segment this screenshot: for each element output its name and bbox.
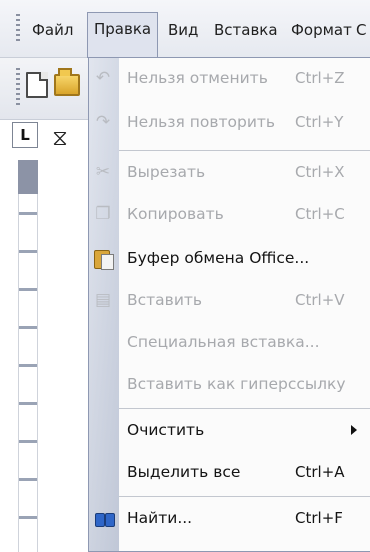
clipboard-icon (92, 247, 114, 270)
menu-item-label: Вырезать (127, 163, 206, 181)
menu-format[interactable]: Формат (287, 14, 356, 46)
menu-item-select-all[interactable]: Выделить все Ctrl+A (89, 452, 370, 492)
vertical-ruler (18, 194, 38, 552)
menu-item-label: Нельзя отменить (127, 69, 268, 87)
paste-icon: ▤ (94, 290, 112, 310)
menu-insert[interactable]: Вставка (210, 14, 282, 46)
first-line-indent-icon[interactable]: ⧖ (48, 120, 72, 158)
menu-item-clear[interactable]: Очистить (89, 410, 370, 450)
menu-view[interactable]: Вид (164, 14, 202, 46)
menu-item-office-clipboard[interactable]: Буфер обмена Office... (89, 238, 370, 278)
standard-toolbar (0, 58, 92, 120)
menu-separator (119, 408, 370, 409)
edit-menu-dropdown: ↶ Нельзя отменить Ctrl+Z ↷ Нельзя повтор… (88, 57, 370, 552)
redo-icon: ↷ (95, 112, 111, 132)
new-document-icon[interactable] (26, 72, 48, 98)
menu-file[interactable]: Файл (28, 14, 77, 46)
left-ruler-area: L ⧖ (0, 120, 92, 552)
menu-item-label: Найти... (127, 509, 193, 527)
menu-item-shortcut: Ctrl+X (295, 163, 345, 181)
menu-item-label: Буфер обмена Office... (127, 249, 310, 267)
menu-item-undo[interactable]: ↶ Нельзя отменить Ctrl+Z (89, 58, 370, 98)
scissors-icon: ✂ (95, 162, 111, 182)
tab-selector[interactable]: L (12, 122, 38, 148)
menu-item-label: Вставить как гиперссылку (127, 375, 346, 393)
menu-item-find[interactable]: Найти... Ctrl+F (89, 498, 370, 538)
menu-item-label: Специальная вставка... (127, 333, 320, 351)
undo-icon: ↶ (95, 68, 111, 88)
menu-item-paste[interactable]: ▤ Вставить Ctrl+V (89, 280, 370, 320)
menu-item-redo[interactable]: ↷ Нельзя повторить Ctrl+Y (89, 102, 370, 142)
open-folder-icon[interactable] (54, 68, 80, 96)
menu-item-shortcut: Ctrl+F (295, 509, 343, 527)
menu-item-label: Копировать (127, 205, 224, 223)
menu-item-label: Нельзя повторить (127, 113, 276, 131)
menu-service-partial[interactable]: С (352, 14, 370, 46)
menu-item-shortcut: Ctrl+Z (295, 69, 345, 87)
toolbar-grip[interactable] (16, 68, 20, 106)
menu-edit[interactable]: Правка (87, 12, 159, 58)
menu-item-shortcut: Ctrl+V (295, 291, 345, 309)
menu-item-label: Вставить (127, 291, 203, 309)
menu-item-shortcut: Ctrl+C (295, 205, 345, 223)
menu-separator (119, 150, 370, 151)
menu-item-paste-as-hyperlink[interactable]: Вставить как гиперссылку (89, 364, 370, 404)
menu-item-label: Выделить все (127, 463, 241, 481)
copy-icon: ❐ (95, 204, 111, 224)
menu-bar: Файл Правка Вид Вставка Формат С (0, 0, 370, 58)
menu-item-shortcut: Ctrl+Y (295, 113, 344, 131)
submenu-arrow-icon (351, 425, 357, 435)
menu-item-label: Очистить (127, 421, 205, 439)
binoculars-icon (93, 509, 115, 527)
menu-item-paste-special[interactable]: Специальная вставка... (89, 322, 370, 362)
menu-separator (119, 496, 370, 497)
menu-item-shortcut: Ctrl+A (295, 463, 345, 481)
menu-bar-grip[interactable] (16, 14, 20, 44)
menu-item-cut[interactable]: ✂ Вырезать Ctrl+X (89, 152, 370, 192)
menu-item-copy[interactable]: ❐ Копировать Ctrl+C (89, 194, 370, 234)
